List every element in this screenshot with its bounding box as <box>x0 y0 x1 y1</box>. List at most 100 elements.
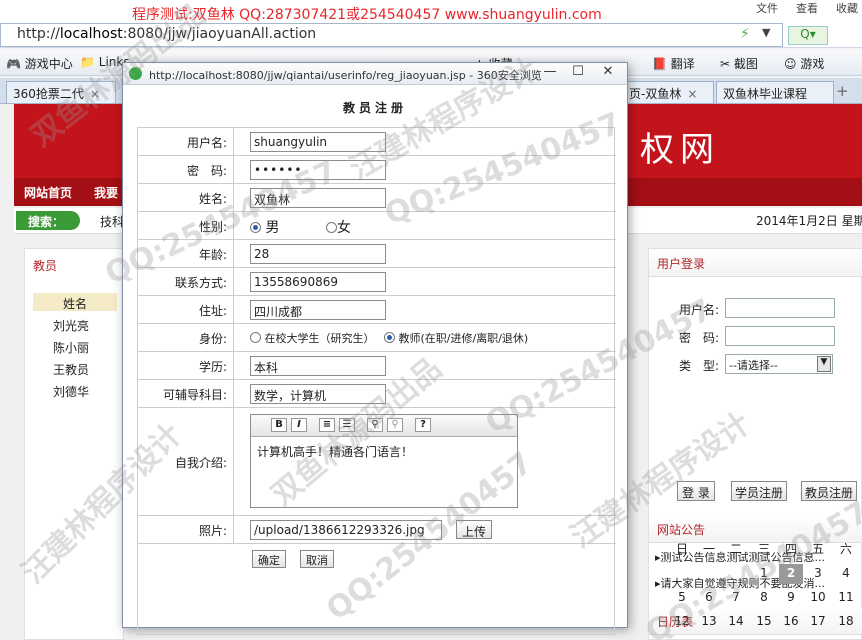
tab-close-icon[interactable]: × <box>90 87 100 101</box>
close-icon[interactable]: ✕ <box>595 64 621 82</box>
teacher-panel-title: 教员 <box>33 259 58 273</box>
fav-games[interactable]: ☺ 游戏 <box>784 55 824 72</box>
editor-toolbar: B I ≡ ☰ ⚲ ⚲ ? <box>251 415 517 437</box>
calendar-day[interactable]: 1 <box>752 564 776 584</box>
calendar-day[interactable]: 11 <box>834 588 858 608</box>
upload-button[interactable]: 上传 <box>456 520 492 539</box>
address-dropdown-icon[interactable]: ▼ <box>762 26 770 39</box>
calendar-weekdays: 日 一 二 三 四 五 六 <box>675 542 852 556</box>
subjects-label: 可辅导科目: <box>138 380 234 407</box>
menu-file[interactable]: 文件 <box>756 0 778 16</box>
identity-teacher-option[interactable]: 教师(在职/进修/离职/退休) <box>384 330 528 346</box>
calendar-day[interactable]: 17 <box>806 612 830 632</box>
teacher-register-button[interactable]: 教员注册 <box>801 481 857 501</box>
identity-student-option[interactable]: 在校大学生（研究生） <box>250 330 375 346</box>
photo-path-input[interactable]: /upload/1386612293326.jpg <box>250 520 442 540</box>
new-tab-icon[interactable]: + <box>836 82 849 100</box>
radio-unchecked-icon[interactable] <box>250 332 261 343</box>
calendar-day[interactable]: 9 <box>779 588 803 608</box>
tab-shuangyulin-page[interactable]: 页-双鱼林 × <box>622 81 714 103</box>
login-type-select[interactable]: --请选择-- ▼ <box>725 354 833 374</box>
age-input[interactable]: 28 <box>250 244 386 264</box>
intro-text: 计算机高手！精通各门语言！ <box>257 445 414 459</box>
tab-360-tickets[interactable]: 360抢票二代 × <box>6 81 116 103</box>
nav-home[interactable]: 网站首页 <box>24 184 72 201</box>
fav-screenshot[interactable]: ✂ 截图 <box>720 55 758 72</box>
teacher-link[interactable]: 刘德华 <box>53 383 89 400</box>
fav-translate[interactable]: 📕 翻译 <box>652 55 695 72</box>
menu-favorites[interactable]: 收藏 <box>836 0 858 16</box>
confirm-button[interactable]: 确定 <box>252 550 286 568</box>
speed-mode-icon[interactable]: ⚡ <box>740 26 750 42</box>
site-search-tag[interactable]: 技科 <box>100 213 124 230</box>
calendar-day[interactable]: 8 <box>752 588 776 608</box>
calendar-day[interactable]: 3 <box>806 564 830 584</box>
password-input[interactable]: •••••• <box>250 160 386 180</box>
education-label: 学历: <box>138 352 234 379</box>
address-input[interactable]: 四川成都 <box>250 300 386 320</box>
calendar-day[interactable]: 4 <box>834 564 858 584</box>
calendar-day[interactable]: 6 <box>697 588 721 608</box>
help-icon[interactable]: ? <box>415 418 431 432</box>
nav-my[interactable]: 我要 <box>94 184 118 201</box>
row-identity: 身份: 在校大学生（研究生） 教师(在职/进修/离职/退休) <box>138 324 616 352</box>
radio-checked-icon[interactable] <box>384 332 395 343</box>
gender-female-option[interactable]: 女 <box>326 217 351 237</box>
address-host: localhost <box>59 26 123 42</box>
login-username-input[interactable] <box>725 298 835 318</box>
intro-rich-editor[interactable]: B I ≡ ☰ ⚲ ⚲ ? 计算机高手！精通各门语言！ <box>250 414 518 508</box>
calendar-day[interactable]: 12 <box>670 612 694 632</box>
link-icon[interactable]: ⚲ <box>367 418 383 432</box>
menu-view[interactable]: 查看 <box>796 0 818 16</box>
italic-icon[interactable]: I <box>291 418 307 432</box>
gender-male-option[interactable]: 男 <box>250 217 279 237</box>
chevron-down-icon[interactable]: ▼ <box>817 356 831 372</box>
username-label: 用户名: <box>138 128 234 155</box>
unordered-list-icon[interactable]: ☰ <box>339 418 355 432</box>
photo-label: 照片: <box>138 516 234 543</box>
minimize-icon[interactable]: — <box>537 64 563 82</box>
fav-game-center[interactable]: 🎮 游戏中心 <box>6 55 73 72</box>
login-password-input[interactable] <box>725 326 835 346</box>
row-address: 住址: 四川成都 <box>138 296 616 324</box>
education-input[interactable]: 本科 <box>250 356 386 376</box>
teacher-link[interactable]: 陈小丽 <box>53 339 89 356</box>
tab-close-icon[interactable]: × <box>687 87 697 101</box>
name-label: 姓名: <box>138 184 234 211</box>
login-button[interactable]: 登 录 <box>677 481 715 501</box>
row-photo: 照片: /upload/1386612293326.jpg 上传 <box>138 516 616 544</box>
teacher-link[interactable]: 王教员 <box>53 361 89 378</box>
calendar-week: 5 6 7 8 9 10 11 <box>668 588 862 610</box>
row-contact: 联系方式: 13558690869 <box>138 268 616 296</box>
maximize-icon[interactable]: ☐ <box>565 64 591 82</box>
student-register-button[interactable]: 学员注册 <box>731 481 787 501</box>
address-input[interactable]: http://localhost:8080/jjw/jiaoyuanAll.ac… <box>0 23 783 47</box>
row-age: 年龄: 28 <box>138 240 616 268</box>
bold-icon[interactable]: B <box>271 418 287 432</box>
site-date: 2014年1月2日 星期四 <box>756 214 862 228</box>
calendar-day[interactable]: 10 <box>806 588 830 608</box>
login-password-label: 密 码: <box>679 331 720 345</box>
search-engine-button[interactable]: Q▾ <box>788 26 828 45</box>
radio-unchecked-icon[interactable] <box>326 222 337 233</box>
calendar-day[interactable]: 15 <box>752 612 776 632</box>
tab-graduation-course[interactable]: 双鱼林毕业课程 <box>716 81 834 103</box>
calendar-day[interactable]: 7 <box>724 588 748 608</box>
cancel-button[interactable]: 取消 <box>300 550 334 568</box>
contact-input[interactable]: 13558690869 <box>250 272 386 292</box>
identity-label: 身份: <box>138 324 234 351</box>
name-input[interactable]: 双鱼林 <box>250 188 386 208</box>
ordered-list-icon[interactable]: ≡ <box>319 418 335 432</box>
calendar-day[interactable]: 5 <box>670 588 694 608</box>
calendar-today[interactable]: 2 <box>779 564 803 584</box>
calendar-day[interactable]: 16 <box>779 612 803 632</box>
teacher-link[interactable]: 刘光亮 <box>53 317 89 334</box>
username-input[interactable]: shuangyulin <box>250 132 386 152</box>
subjects-input[interactable]: 数学，计算机 <box>250 384 386 404</box>
unlink-icon[interactable]: ⚲ <box>387 418 403 432</box>
calendar-day[interactable]: 14 <box>724 612 748 632</box>
calendar-day[interactable]: 13 <box>697 612 721 632</box>
calendar-day[interactable]: 18 <box>834 612 858 632</box>
row-username: 用户名: shuangyulin <box>138 128 616 156</box>
radio-checked-icon[interactable] <box>250 222 261 233</box>
